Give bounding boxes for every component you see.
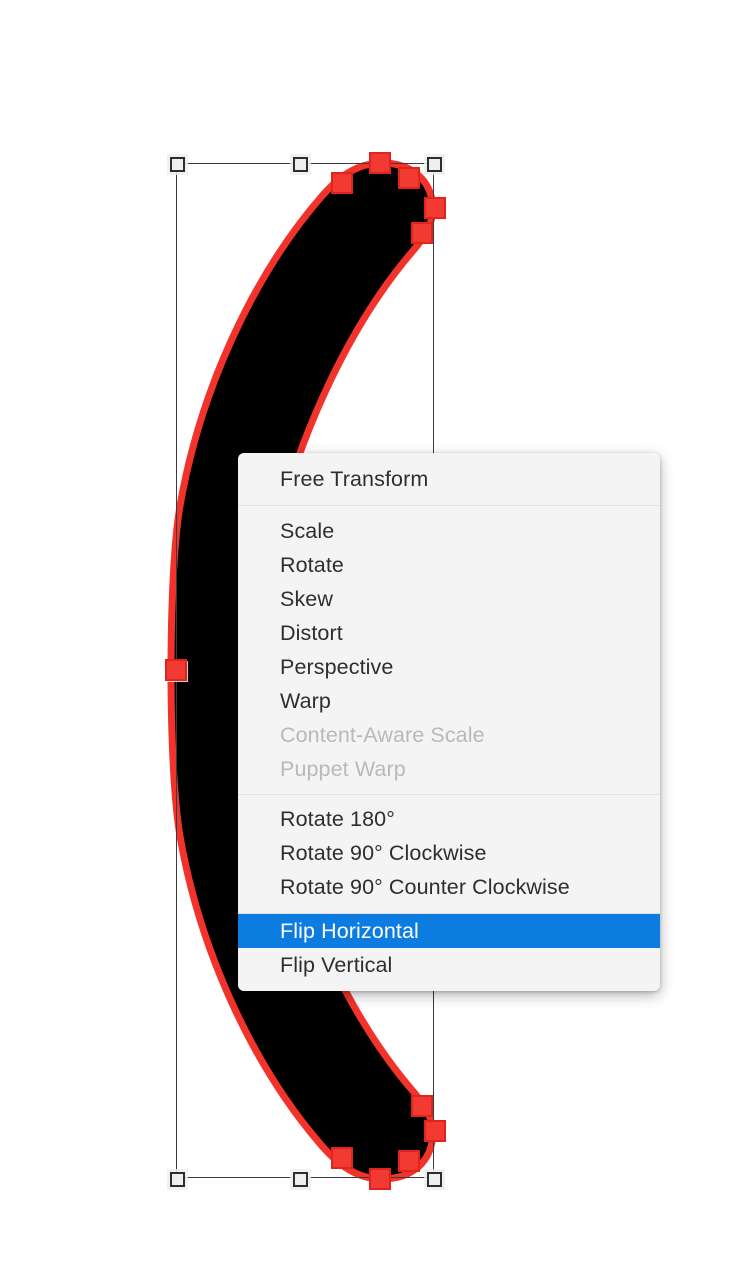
menu-item-warp[interactable]: Warp (238, 684, 660, 718)
menu-item-flip-horizontal[interactable]: Flip Horizontal (238, 914, 660, 948)
path-anchor-point[interactable] (424, 1120, 446, 1142)
path-anchor-point[interactable] (331, 1147, 353, 1169)
image-canvas: Free Transform Scale Rotate Skew Distort Per… (0, 0, 732, 1264)
menu-item-rotate[interactable]: Rotate (238, 548, 660, 582)
path-anchor-point[interactable] (411, 222, 433, 244)
menu-item-distort[interactable]: Distort (238, 616, 660, 650)
menu-group: Rotate 180° Rotate 90° Clockwise Rotate 90… (238, 795, 660, 913)
path-anchor-point[interactable] (331, 172, 353, 194)
menu-item-puppet-warp: Puppet Warp (280, 757, 406, 781)
menu-item-flip-vertical[interactable]: Flip Vertical (238, 948, 660, 982)
path-anchor-point[interactable] (165, 659, 187, 681)
transform-context-menu[interactable]: Free Transform Scale Rotate Skew Distort Per… (238, 453, 660, 991)
menu-item-skew[interactable]: Skew (238, 582, 660, 616)
path-anchor-point[interactable] (369, 152, 391, 174)
menu-groups: Scale Rotate Skew Distort Perspective Warp Con… (238, 506, 660, 991)
menu-item-rotate-180[interactable]: Rotate 180° (238, 802, 660, 836)
path-anchor-point[interactable] (398, 167, 420, 189)
path-anchor-point[interactable] (369, 1168, 391, 1190)
menu-group: Scale Rotate Skew Distort Perspective Warp Con… (238, 506, 660, 794)
menu-item-rotate-90-counter-clockwise[interactable]: Rotate 90° Counter Clockwise (238, 870, 660, 904)
path-anchor-point[interactable] (424, 197, 446, 219)
context-menu-header: Free Transform (280, 467, 429, 491)
path-anchor-point[interactable] (411, 1095, 433, 1117)
menu-group: Flip Horizontal Flip Vertical (238, 914, 660, 991)
menu-item-rotate-90-clockwise[interactable]: Rotate 90° Clockwise (238, 836, 660, 870)
path-anchor-point[interactable] (398, 1150, 420, 1172)
menu-item-perspective[interactable]: Perspective (238, 650, 660, 684)
menu-item-content-aware-scale: Content-Aware Scale (280, 723, 485, 747)
menu-item-scale[interactable]: Scale (238, 514, 660, 548)
